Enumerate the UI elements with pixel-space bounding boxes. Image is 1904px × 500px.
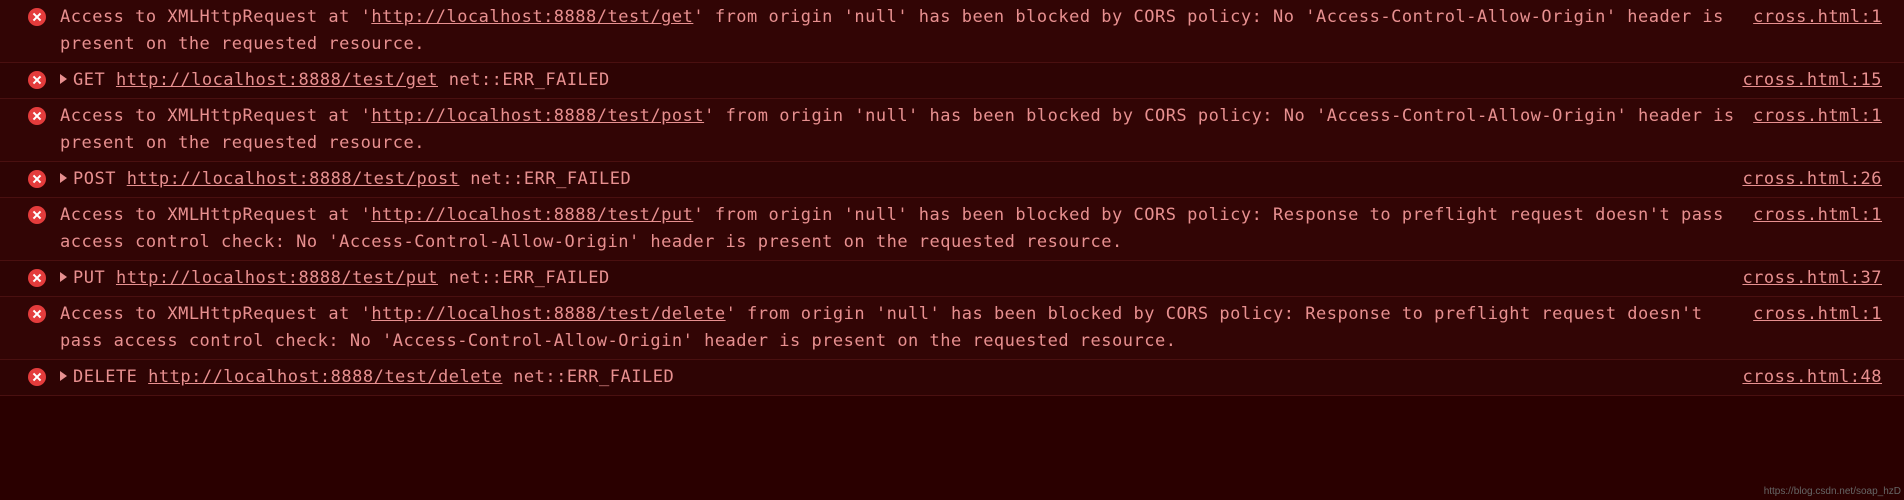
error-tail: net::ERR_FAILED bbox=[459, 169, 631, 189]
source-link[interactable]: cross.html:1 bbox=[1753, 103, 1896, 130]
error-message: Access to XMLHttpRequest at 'http://loca… bbox=[28, 301, 1753, 355]
error-icon bbox=[28, 8, 46, 26]
http-method: PUT bbox=[73, 268, 116, 288]
console-entry[interactable]: Access to XMLHttpRequest at 'http://loca… bbox=[0, 99, 1904, 162]
source-link[interactable]: cross.html:15 bbox=[1742, 67, 1896, 94]
error-icon bbox=[28, 305, 46, 323]
error-message: PUT http://localhost:8888/test/put net::… bbox=[28, 265, 1742, 292]
source-link[interactable]: cross.html:1 bbox=[1753, 202, 1896, 229]
console-entry[interactable]: Access to XMLHttpRequest at 'http://loca… bbox=[0, 0, 1904, 63]
console-entry[interactable]: Access to XMLHttpRequest at 'http://loca… bbox=[0, 297, 1904, 360]
error-message: Access to XMLHttpRequest at 'http://loca… bbox=[28, 103, 1753, 157]
error-icon bbox=[28, 107, 46, 125]
console-entry[interactable]: Access to XMLHttpRequest at 'http://loca… bbox=[0, 198, 1904, 261]
error-message: POST http://localhost:8888/test/post net… bbox=[28, 166, 1742, 193]
error-message: Access to XMLHttpRequest at 'http://loca… bbox=[28, 202, 1753, 256]
error-icon bbox=[28, 368, 46, 386]
error-icon bbox=[28, 206, 46, 224]
request-url[interactable]: http://localhost:8888/test/put bbox=[371, 205, 693, 225]
request-url[interactable]: http://localhost:8888/test/post bbox=[371, 106, 704, 126]
console-entry[interactable]: PUT http://localhost:8888/test/put net::… bbox=[0, 261, 1904, 297]
request-url[interactable]: http://localhost:8888/test/get bbox=[116, 70, 438, 90]
http-method: GET bbox=[73, 70, 116, 90]
source-link[interactable]: cross.html:1 bbox=[1753, 4, 1896, 31]
watermark: https://blog.csdn.net/soap_hzD bbox=[1764, 486, 1901, 497]
source-link[interactable]: cross.html:37 bbox=[1742, 265, 1896, 292]
console-error-list: Access to XMLHttpRequest at 'http://loca… bbox=[0, 0, 1904, 396]
message-pre: Access to XMLHttpRequest at ' bbox=[60, 7, 371, 27]
request-url[interactable]: http://localhost:8888/test/delete bbox=[148, 367, 502, 387]
error-icon bbox=[28, 170, 46, 188]
request-url[interactable]: http://localhost:8888/test/delete bbox=[371, 304, 725, 324]
expand-icon[interactable] bbox=[60, 173, 67, 183]
http-method: POST bbox=[73, 169, 127, 189]
http-method: DELETE bbox=[73, 367, 148, 387]
console-entry[interactable]: DELETE http://localhost:8888/test/delete… bbox=[0, 360, 1904, 396]
request-url[interactable]: http://localhost:8888/test/post bbox=[127, 169, 460, 189]
error-message: Access to XMLHttpRequest at 'http://loca… bbox=[28, 4, 1753, 58]
message-pre: Access to XMLHttpRequest at ' bbox=[60, 106, 371, 126]
message-pre: Access to XMLHttpRequest at ' bbox=[60, 205, 371, 225]
error-message: DELETE http://localhost:8888/test/delete… bbox=[28, 364, 1742, 391]
source-link[interactable]: cross.html:48 bbox=[1742, 364, 1896, 391]
console-entry[interactable]: GET http://localhost:8888/test/get net::… bbox=[0, 63, 1904, 99]
expand-icon[interactable] bbox=[60, 74, 67, 84]
source-link[interactable]: cross.html:1 bbox=[1753, 301, 1896, 328]
console-entry[interactable]: POST http://localhost:8888/test/post net… bbox=[0, 162, 1904, 198]
expand-icon[interactable] bbox=[60, 371, 67, 381]
error-icon bbox=[28, 71, 46, 89]
error-tail: net::ERR_FAILED bbox=[502, 367, 674, 387]
error-tail: net::ERR_FAILED bbox=[438, 70, 610, 90]
error-icon bbox=[28, 269, 46, 287]
request-url[interactable]: http://localhost:8888/test/get bbox=[371, 7, 693, 27]
error-message: GET http://localhost:8888/test/get net::… bbox=[28, 67, 1742, 94]
expand-icon[interactable] bbox=[60, 272, 67, 282]
request-url[interactable]: http://localhost:8888/test/put bbox=[116, 268, 438, 288]
error-tail: net::ERR_FAILED bbox=[438, 268, 610, 288]
source-link[interactable]: cross.html:26 bbox=[1742, 166, 1896, 193]
message-pre: Access to XMLHttpRequest at ' bbox=[60, 304, 371, 324]
